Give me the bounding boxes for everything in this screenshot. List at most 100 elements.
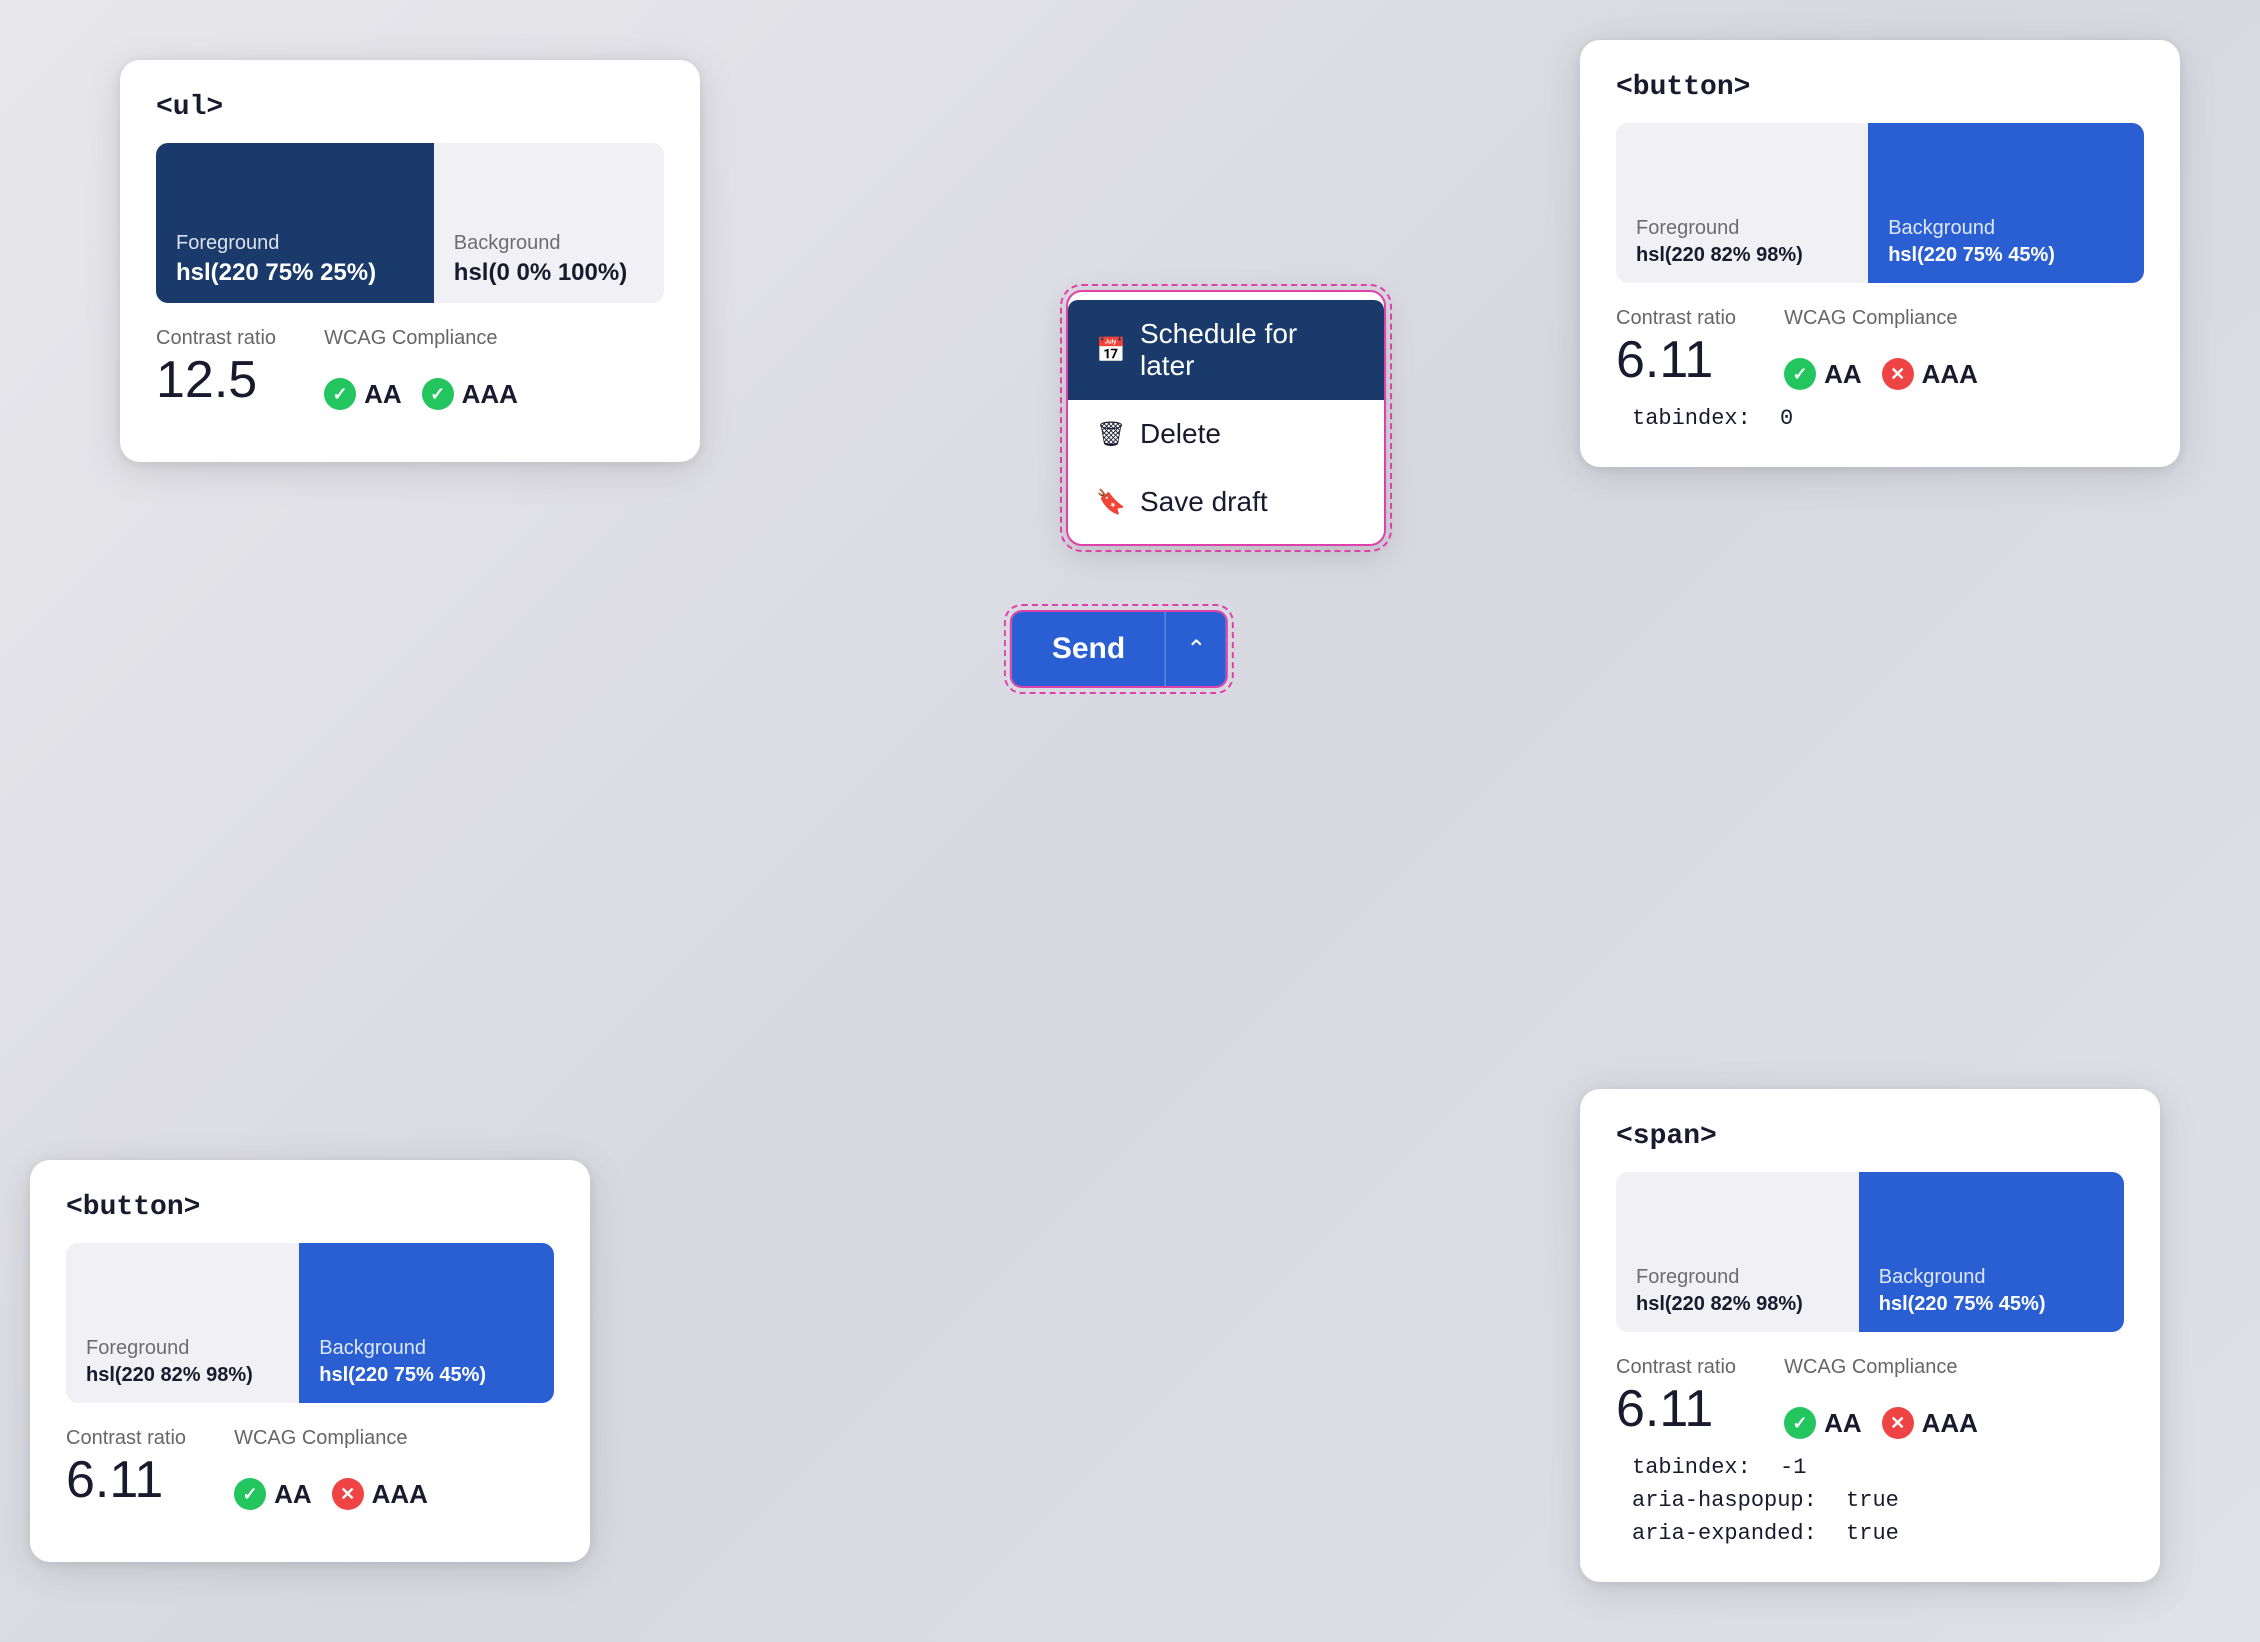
button-top-fg-value: hsl(220 82% 98%) xyxy=(1636,244,1848,267)
button-top-aaa-icon: ✕ xyxy=(1882,358,1914,390)
dropdown-item-schedule[interactable]: 📅 Schedule for later xyxy=(1068,300,1384,400)
ul-aa-label: AA xyxy=(364,379,402,410)
ul-wcag-items: ✓ AA ✓ AAA xyxy=(324,378,518,410)
button-top-aa-badge: ✓ AA xyxy=(1784,358,1862,390)
span-expanded-label: aria-expanded: xyxy=(1632,1521,1817,1546)
span-aaa-badge: ✕ AAA xyxy=(1882,1407,1978,1439)
span-wcag-items: ✓ AA ✕ AAA xyxy=(1784,1407,1978,1439)
dropdown-item-save-draft[interactable]: 🔖 Save draft xyxy=(1068,468,1384,536)
delete-label: Delete xyxy=(1140,418,1221,450)
button-top-contrast-group: Contrast ratio 6.11 xyxy=(1616,307,1736,386)
button-bottom-contrast-label: Contrast ratio xyxy=(66,1427,186,1450)
button-bottom-aa-label: AA xyxy=(274,1479,312,1510)
span-fg-value: hsl(220 82% 98%) xyxy=(1636,1293,1839,1316)
button-top-wcag-group: WCAG Compliance ✓ AA ✕ AAA xyxy=(1784,307,1978,390)
button-top-aa-icon: ✓ xyxy=(1784,358,1816,390)
ul-aaa-badge: ✓ AAA xyxy=(422,378,518,410)
span-metrics: Contrast ratio 6.11 WCAG Compliance ✓ AA… xyxy=(1616,1356,2124,1439)
span-bg-label: Background xyxy=(1879,1266,2104,1289)
button-bottom-wcag-items: ✓ AA ✕ AAA xyxy=(234,1478,428,1510)
span-aaa-icon: ✕ xyxy=(1882,1407,1914,1439)
span-haspopup-label: aria-haspopup: xyxy=(1632,1488,1817,1513)
button-bottom-fg-label: Foreground xyxy=(86,1337,279,1360)
span-aria-expanded: aria-expanded: true xyxy=(1616,1521,2124,1546)
send-button-container: Send ⌃ xyxy=(1010,610,1228,688)
ul-wcag-group: WCAG Compliance ✓ AA ✓ AAA xyxy=(324,327,518,410)
button-bottom-color-blocks: Foreground hsl(220 82% 98%) Background h… xyxy=(66,1243,554,1403)
trash-icon: 🗑 xyxy=(1096,420,1124,449)
ul-contrast-value: 12.5 xyxy=(156,354,276,406)
ul-aa-badge: ✓ AA xyxy=(324,378,402,410)
button-bottom-aa-badge: ✓ AA xyxy=(234,1478,312,1510)
button-bottom-fg-block: Foreground hsl(220 82% 98%) xyxy=(66,1243,299,1403)
span-contrast-value: 6.11 xyxy=(1616,1383,1736,1435)
calendar-icon: 📅 xyxy=(1096,336,1124,365)
span-aa-badge: ✓ AA xyxy=(1784,1407,1862,1439)
ul-aaa-icon: ✓ xyxy=(422,378,454,410)
span-color-blocks: Foreground hsl(220 82% 98%) Background h… xyxy=(1616,1172,2124,1332)
ul-aaa-label: AAA xyxy=(462,379,518,410)
span-expanded-value: true xyxy=(1846,1521,1899,1546)
button-bottom-aaa-label: AAA xyxy=(372,1479,428,1510)
span-bg-value: hsl(220 75% 45%) xyxy=(1879,1293,2104,1316)
button-bottom-aa-icon: ✓ xyxy=(234,1478,266,1510)
button-top-wcag-label: WCAG Compliance xyxy=(1784,307,1978,330)
button-top-fg-block: Foreground hsl(220 82% 98%) xyxy=(1616,123,1868,283)
span-wcag-group: WCAG Compliance ✓ AA ✕ AAA xyxy=(1784,1356,1978,1439)
button-bottom-contrast-group: Contrast ratio 6.11 xyxy=(66,1427,186,1506)
ul-metrics: Contrast ratio 12.5 WCAG Compliance ✓ AA… xyxy=(156,327,664,410)
bookmark-icon: 🔖 xyxy=(1096,488,1124,517)
span-fg-block: Foreground hsl(220 82% 98%) xyxy=(1616,1172,1859,1332)
ul-background-block: Background hsl(0 0% 100%) xyxy=(434,143,664,303)
span-tabindex-value: -1 xyxy=(1780,1455,1806,1480)
span-card: <span> Foreground hsl(220 82% 98%) Backg… xyxy=(1580,1089,2160,1582)
dropdown-menu: 📅 Schedule for later 🗑 Delete 🔖 Save dra… xyxy=(1066,290,1386,546)
schedule-label: Schedule for later xyxy=(1140,318,1356,382)
button-top-tabindex-label: tabindex: xyxy=(1632,406,1751,431)
button-top-contrast-value: 6.11 xyxy=(1616,334,1736,386)
button-top-color-blocks: Foreground hsl(220 82% 98%) Background h… xyxy=(1616,123,2144,283)
span-contrast-group: Contrast ratio 6.11 xyxy=(1616,1356,1736,1435)
button-top-metrics: Contrast ratio 6.11 WCAG Compliance ✓ AA… xyxy=(1616,307,2144,390)
button-top-tabindex: tabindex: 0 xyxy=(1616,406,2144,431)
button-top-card: <button> Foreground hsl(220 82% 98%) Bac… xyxy=(1580,40,2180,467)
ul-contrast-group: Contrast ratio 12.5 xyxy=(156,327,276,406)
dropdown-item-delete[interactable]: 🗑 Delete xyxy=(1068,400,1384,468)
span-card-tag: <span> xyxy=(1616,1121,2124,1152)
ul-bg-label: Background xyxy=(454,232,644,255)
span-wcag-label: WCAG Compliance xyxy=(1784,1356,1978,1379)
button-top-tabindex-value: 0 xyxy=(1780,406,1793,431)
button-bottom-wcag-group: WCAG Compliance ✓ AA ✕ AAA xyxy=(234,1427,428,1510)
span-fg-label: Foreground xyxy=(1636,1266,1839,1289)
button-bottom-bg-block: Background hsl(220 75% 45%) xyxy=(299,1243,554,1403)
button-top-bg-value: hsl(220 75% 45%) xyxy=(1888,244,2124,267)
span-aa-icon: ✓ xyxy=(1784,1407,1816,1439)
button-top-aa-label: AA xyxy=(1824,359,1862,390)
button-bottom-aaa-icon: ✕ xyxy=(332,1478,364,1510)
save-draft-label: Save draft xyxy=(1140,486,1268,518)
span-tabindex-label: tabindex: xyxy=(1632,1455,1751,1480)
ul-fg-value: hsl(220 75% 25%) xyxy=(176,259,414,287)
span-aaa-label: AAA xyxy=(1922,1408,1978,1439)
ul-aa-icon: ✓ xyxy=(324,378,356,410)
button-bottom-fg-value: hsl(220 82% 98%) xyxy=(86,1364,279,1387)
ul-wcag-label: WCAG Compliance xyxy=(324,327,518,350)
ul-color-blocks: Foreground hsl(220 75% 25%) Background h… xyxy=(156,143,664,303)
span-haspopup-value: true xyxy=(1846,1488,1899,1513)
button-top-fg-label: Foreground xyxy=(1636,217,1848,240)
send-button[interactable]: Send xyxy=(1012,612,1165,686)
ul-foreground-block: Foreground hsl(220 75% 25%) xyxy=(156,143,434,303)
button-bottom-tag: <button> xyxy=(66,1192,554,1223)
button-top-tag: <button> xyxy=(1616,72,2144,103)
button-top-wcag-items: ✓ AA ✕ AAA xyxy=(1784,358,1978,390)
button-bottom-wcag-label: WCAG Compliance xyxy=(234,1427,428,1450)
button-top-aaa-label: AAA xyxy=(1922,359,1978,390)
span-aa-label: AA xyxy=(1824,1408,1862,1439)
span-contrast-label: Contrast ratio xyxy=(1616,1356,1736,1379)
ul-bg-value: hsl(0 0% 100%) xyxy=(454,259,644,287)
send-chevron-button[interactable]: ⌃ xyxy=(1165,612,1226,686)
span-bg-block: Background hsl(220 75% 45%) xyxy=(1859,1172,2124,1332)
button-top-aaa-badge: ✕ AAA xyxy=(1882,358,1978,390)
ul-contrast-label: Contrast ratio xyxy=(156,327,276,350)
button-top-contrast-label: Contrast ratio xyxy=(1616,307,1736,330)
